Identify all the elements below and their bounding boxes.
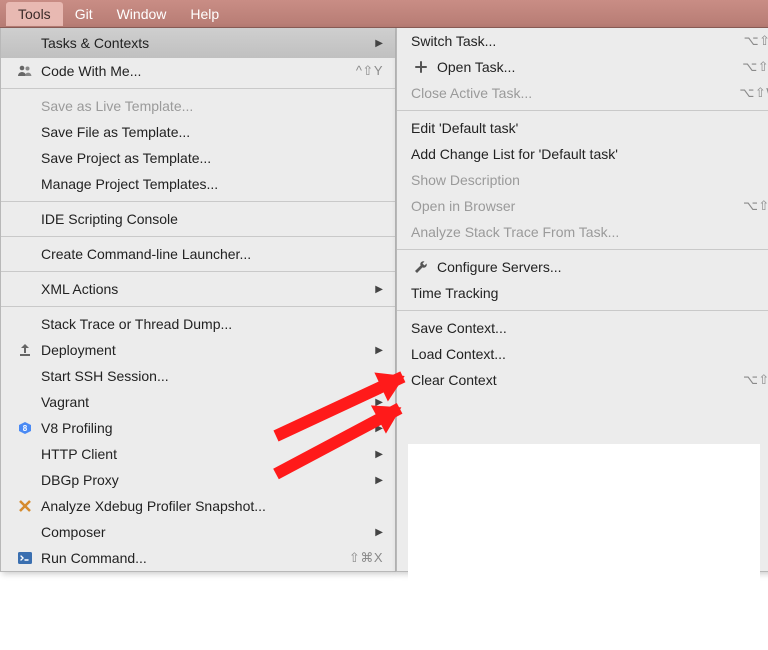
menu-item-analyze-xdebug-profiler-snapshot[interactable]: Analyze Xdebug Profiler Snapshot... xyxy=(1,493,395,519)
xdebug-icon xyxy=(15,498,35,514)
menu-item-label: Code With Me... xyxy=(41,63,346,79)
menu-item-load-context[interactable]: Load Context... xyxy=(397,341,768,367)
menu-item-save-project-as-template[interactable]: Save Project as Template... xyxy=(1,145,395,171)
menu-item-label: Clear Context xyxy=(411,372,733,388)
svg-text:8: 8 xyxy=(23,424,28,433)
menu-item-label: Analyze Xdebug Profiler Snapshot... xyxy=(41,498,383,514)
menu-item-label: Start SSH Session... xyxy=(41,368,383,384)
menu-item-label: Deployment xyxy=(41,342,367,358)
menu-item-label: Open Task... xyxy=(437,59,732,75)
menu-separator xyxy=(1,271,395,272)
menu-item-label: Time Tracking xyxy=(411,285,763,301)
menu-item-code-with-me[interactable]: Code With Me... ^⇧Y xyxy=(1,58,395,84)
menu-separator xyxy=(397,310,768,311)
upload-icon xyxy=(15,342,35,358)
menu-item-edit-default-task[interactable]: Edit 'Default task' xyxy=(397,115,768,141)
wrench-icon xyxy=(411,259,431,275)
menu-item-configure-servers[interactable]: Configure Servers... xyxy=(397,254,768,280)
menu-item-show-description: Show Description xyxy=(397,167,768,193)
menu-item-shortcut: ⌥⇧B xyxy=(743,198,768,214)
menu-separator xyxy=(1,201,395,202)
menu-separator xyxy=(1,236,395,237)
menu-item-composer[interactable]: Composer ▶ xyxy=(1,519,395,545)
menu-item-clear-context[interactable]: Clear Context ⌥⇧X xyxy=(397,367,768,393)
menu-item-label: Save Project as Template... xyxy=(41,150,383,166)
menu-item-shortcut: ⌥⇧W xyxy=(739,85,768,101)
menu-item-label: Analyze Stack Trace From Task... xyxy=(411,224,768,240)
tools-menu: Tasks & Contexts ▶ Code With Me... ^⇧Y Save … xyxy=(0,28,396,572)
menu-item-shortcut: ⌥⇧N xyxy=(742,59,768,75)
menu-item-xml-actions[interactable]: XML Actions ▶ xyxy=(1,276,395,302)
menu-separator xyxy=(1,306,395,307)
menu-item-label: Add Change List for 'Default task' xyxy=(411,146,768,162)
menu-separator xyxy=(1,88,395,89)
menu-item-label: Manage Project Templates... xyxy=(41,176,383,192)
menu-separator xyxy=(397,110,768,111)
chevron-right-icon: ▶ xyxy=(375,38,383,49)
menu-item-shortcut: ⌥⇧X xyxy=(743,372,768,388)
menu-item-time-tracking[interactable]: Time Tracking▶ xyxy=(397,280,768,306)
menu-item-label: Composer xyxy=(41,524,367,540)
background-area xyxy=(408,444,760,650)
menu-item-label: Close Active Task... xyxy=(411,85,729,101)
menu-item-label: IDE Scripting Console xyxy=(41,211,383,227)
menu-item-shortcut: ⌥⇧T xyxy=(744,33,768,49)
menu-item-manage-project-templates[interactable]: Manage Project Templates... xyxy=(1,171,395,197)
menu-item-label: Edit 'Default task' xyxy=(411,120,768,136)
menu-item-label: Tasks & Contexts xyxy=(41,35,367,51)
menu-item-label: Stack Trace or Thread Dump... xyxy=(41,316,383,332)
menu-item-label: Configure Servers... xyxy=(437,259,768,275)
menu-item-open-in-browser: Open in Browser ⌥⇧B xyxy=(397,193,768,219)
menu-item-ide-scripting-console[interactable]: IDE Scripting Console xyxy=(1,206,395,232)
menu-item-switch-task[interactable]: Switch Task... ⌥⇧T xyxy=(397,28,768,54)
menu-item-create-command-line-launcher[interactable]: Create Command-line Launcher... xyxy=(1,241,395,267)
menu-item-label: XML Actions xyxy=(41,281,367,297)
menu-item-dbgp-proxy[interactable]: DBGp Proxy ▶ xyxy=(1,467,395,493)
chevron-right-icon: ▶ xyxy=(375,475,383,486)
menu-item-label: Create Command-line Launcher... xyxy=(41,246,383,262)
menu-item-label: Save Context... xyxy=(411,320,768,336)
menu-separator xyxy=(397,249,768,250)
menu-item-stack-trace-or-thread-dump[interactable]: Stack Trace or Thread Dump... xyxy=(1,311,395,337)
menu-item-label: Save File as Template... xyxy=(41,124,383,140)
chevron-right-icon: ▶ xyxy=(375,345,383,356)
menu-item-label: Show Description xyxy=(411,172,768,188)
menu-item-label: Run Command... xyxy=(41,550,339,566)
terminal-icon xyxy=(15,550,35,566)
menu-item-save-as-live-template: Save as Live Template... xyxy=(1,93,395,119)
menu-item-label: Open in Browser xyxy=(411,198,733,214)
menu-item-save-file-as-template[interactable]: Save File as Template... xyxy=(1,119,395,145)
menu-item-start-ssh-session[interactable]: Start SSH Session... xyxy=(1,363,395,389)
v8-icon: 8 xyxy=(15,420,35,436)
menu-item-label: Save as Live Template... xyxy=(41,98,383,114)
menu-item-run-command[interactable]: Run Command... ⇧⌘X xyxy=(1,545,395,571)
menubar: ToolsGitWindowHelp xyxy=(0,0,768,28)
menu-item-open-task[interactable]: Open Task... ⌥⇧N xyxy=(397,54,768,80)
menubar-item-help[interactable]: Help xyxy=(178,2,231,26)
menu-item-label: DBGp Proxy xyxy=(41,472,367,488)
menu-item-label: Load Context... xyxy=(411,346,768,362)
menu-item-close-active-task: Close Active Task... ⌥⇧W xyxy=(397,80,768,106)
menu-item-save-context[interactable]: Save Context... xyxy=(397,315,768,341)
menu-item-deployment[interactable]: Deployment ▶ xyxy=(1,337,395,363)
menu-item-label: Vagrant xyxy=(41,394,367,410)
menu-item-shortcut: ^⇧Y xyxy=(356,63,383,79)
menubar-item-git[interactable]: Git xyxy=(63,2,105,26)
menu-item-tasks-contexts[interactable]: Tasks & Contexts ▶ xyxy=(1,28,395,58)
menu-item-shortcut: ⇧⌘X xyxy=(349,550,383,566)
people-icon xyxy=(15,63,35,79)
menu-item-label: Switch Task... xyxy=(411,33,734,49)
menu-item-add-change-list-for-default-task[interactable]: Add Change List for 'Default task' xyxy=(397,141,768,167)
chevron-right-icon: ▶ xyxy=(375,449,383,460)
plus-icon xyxy=(411,59,431,75)
chevron-right-icon: ▶ xyxy=(375,284,383,295)
menu-item-analyze-stack-trace-from-task: Analyze Stack Trace From Task... xyxy=(397,219,768,245)
menubar-item-window[interactable]: Window xyxy=(105,2,179,26)
chevron-right-icon: ▶ xyxy=(375,527,383,538)
menubar-item-tools[interactable]: Tools xyxy=(6,2,63,26)
